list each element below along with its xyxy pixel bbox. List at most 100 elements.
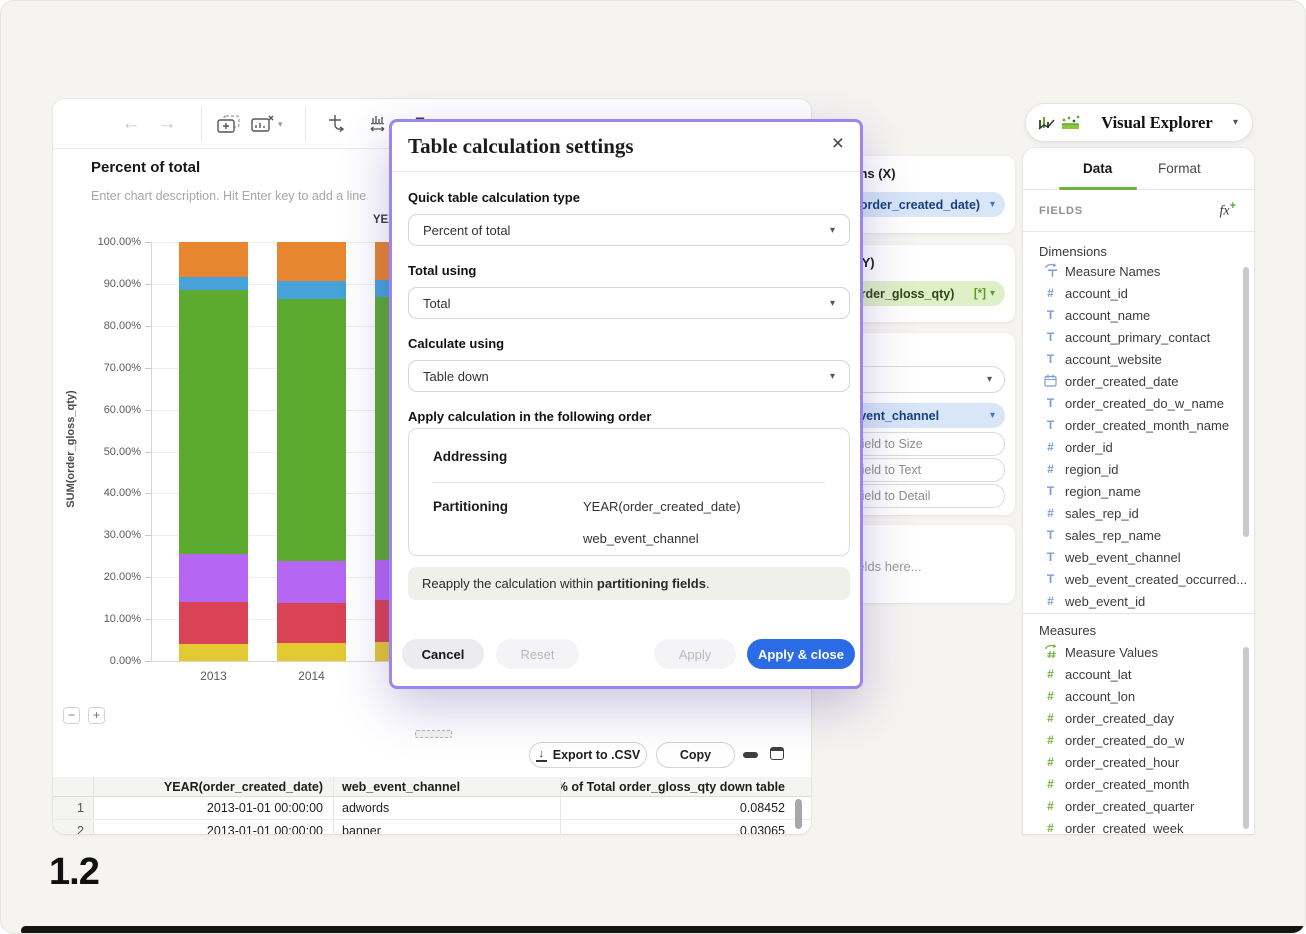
bar-segment-segment-5-blue[interactable]	[179, 277, 248, 290]
field-item-region_id[interactable]: #region_id	[1023, 458, 1254, 480]
quick-type-select[interactable]: Percent of total ▾	[408, 214, 850, 246]
measure-values-icon	[1043, 644, 1058, 660]
quick-type-label: Quick table calculation type	[408, 190, 580, 205]
field-item-order_created_quarter[interactable]: #order_created_quarter	[1023, 795, 1254, 817]
bar-segment-segment-1-yellow[interactable]	[179, 644, 248, 661]
minimize-table-icon[interactable]	[743, 752, 758, 758]
stacked-bar-2013[interactable]	[179, 242, 248, 661]
field-item-web_event_id[interactable]: #web_event_id	[1023, 590, 1254, 612]
measure-names-icon	[1043, 263, 1058, 279]
y-tick-label: 20.00%	[71, 571, 141, 583]
close-icon[interactable]: ×	[832, 132, 844, 156]
bar-segment-segment-4-green[interactable]	[179, 290, 248, 554]
duplicate-chart-icon[interactable]	[217, 109, 241, 139]
copy-button[interactable]: Copy	[656, 742, 735, 768]
field-item-order_created_month[interactable]: #order_created_month	[1023, 773, 1254, 795]
field-item-order_created_hour[interactable]: #order_created_hour	[1023, 751, 1254, 773]
field-item-order_created_week[interactable]: #order_created_week	[1023, 817, 1254, 834]
column-header-year[interactable]: YEAR(order_created_date)	[94, 777, 334, 796]
chart-description-placeholder[interactable]: Enter chart description. Hit Enter key t…	[91, 189, 366, 203]
total-using-select[interactable]: Total ▾	[408, 287, 850, 319]
field-item-order_created_date[interactable]: order_created_date	[1023, 370, 1254, 392]
field-item-order_created_month_name[interactable]: Torder_created_month_name	[1023, 414, 1254, 436]
field-item-order_created_day[interactable]: #order_created_day	[1023, 707, 1254, 729]
swap-axes-icon[interactable]	[327, 109, 349, 139]
apply-button[interactable]: Apply	[654, 639, 736, 669]
column-header-pct[interactable]: % of Total order_gloss_qty down table	[561, 777, 793, 796]
table-row[interactable]: 12013-01-01 00:00:00adwords0.08452	[53, 797, 811, 820]
reset-button[interactable]: Reset	[496, 639, 579, 669]
bar-segment-segment-6-orange[interactable]	[179, 242, 248, 277]
maximize-table-icon[interactable]	[770, 747, 784, 760]
table-row[interactable]: 22013-01-01 00:00:00banner0.03065	[53, 820, 811, 834]
field-item-web_event_created_occurred...[interactable]: Tweb_event_created_occurred...	[1023, 568, 1254, 590]
download-icon: ↓	[536, 749, 547, 762]
table-body: 12013-01-01 00:00:00adwords0.0845222013-…	[53, 797, 811, 834]
bar-segment-segment-3-purple[interactable]	[179, 554, 248, 602]
text-icon: T	[1043, 331, 1058, 343]
bar-segment-segment-1-yellow[interactable]	[277, 643, 346, 661]
field-item-Measure Values[interactable]: Measure Values	[1023, 641, 1254, 663]
back-icon[interactable]: ←	[119, 109, 143, 139]
apply-and-close-button[interactable]: Apply & close	[747, 639, 855, 669]
bar-segment-segment-4-green[interactable]	[277, 299, 346, 561]
fields-header: FIELDS	[1039, 205, 1083, 217]
field-item-account_lon[interactable]: #account_lon	[1023, 685, 1254, 707]
number-icon: #	[1043, 507, 1058, 519]
field-item-account_website[interactable]: Taccount_website	[1023, 348, 1254, 370]
x-tick-label: 2013	[179, 669, 248, 683]
chart-title[interactable]: Percent of total	[91, 159, 200, 176]
field-item-sales_rep_id[interactable]: # sales_rep_id	[1023, 502, 1254, 524]
calculate-using-select[interactable]: Table down ▾	[408, 360, 850, 392]
caret-down-icon: ▾	[278, 119, 283, 130]
field-item-web_event_channel[interactable]: Tweb_event_channel	[1023, 546, 1254, 568]
field-item-account_name[interactable]: Taccount_name	[1023, 304, 1254, 326]
stacked-bar-2014[interactable]	[277, 242, 346, 661]
calculate-using-value: Table down	[423, 369, 489, 384]
field-item-account_primary_contact[interactable]: Taccount_primary_contact	[1023, 326, 1254, 348]
bar-segment-segment-2-red[interactable]	[277, 603, 346, 643]
fx-glyph: fx	[1219, 204, 1229, 219]
cancel-button[interactable]: Cancel	[402, 639, 484, 669]
dimensions-scrollbar[interactable]	[1243, 267, 1249, 537]
table-scrollbar[interactable]	[795, 799, 802, 829]
caret-down-icon: ▾	[990, 410, 995, 421]
field-label: web_event_created_occurred...	[1065, 572, 1247, 587]
zoom-in-button[interactable]: +	[88, 707, 105, 724]
caret-down-icon: ▾	[830, 225, 835, 236]
note-prefix: Reapply the calculation within	[422, 576, 593, 591]
forward-icon[interactable]: →	[155, 109, 179, 139]
toolbar-divider	[305, 107, 306, 141]
field-item-order_created_do_w_name[interactable]: Torder_created_do_w_name	[1023, 392, 1254, 414]
addressing-label: Addressing	[433, 449, 507, 464]
field-item-Measure Names[interactable]: Measure Names	[1023, 260, 1254, 282]
app-window: ← → ▾ ▾ Σ Percent of total Enter chart d…	[0, 0, 1306, 934]
bar-segment-segment-2-red[interactable]	[179, 602, 248, 645]
explorer-switcher[interactable]: Visual Explorer ▾	[1025, 103, 1253, 142]
remove-chart-icon[interactable]: ▾	[251, 109, 283, 139]
bar-segment-segment-3-purple[interactable]	[277, 561, 346, 603]
zoom-out-button[interactable]: −	[63, 707, 80, 724]
field-label: sales_rep_id	[1065, 506, 1139, 521]
bar-segment-segment-5-blue[interactable]	[277, 281, 346, 299]
tab-data[interactable]: Data	[1083, 161, 1112, 176]
tab-format[interactable]: Format	[1158, 161, 1201, 176]
measures-scrollbar[interactable]	[1243, 647, 1249, 829]
note-bold: partitioning fields	[597, 576, 706, 591]
field-item-order_id[interactable]: #order_id	[1023, 436, 1254, 458]
column-header-channel[interactable]: web_event_channel	[334, 777, 561, 796]
field-item-account_lat[interactable]: #account_lat	[1023, 663, 1254, 685]
field-item-order_created_do_w[interactable]: #order_created_do_w	[1023, 729, 1254, 751]
measures-list: Measure Values#account_lat#account_lon#o…	[1023, 641, 1254, 834]
bar-segment-segment-6-orange[interactable]	[277, 242, 346, 281]
panel-resize-handle[interactable]	[415, 730, 452, 738]
row-number-cell: 2	[53, 820, 94, 834]
export-csv-button[interactable]: ↓ Export to .CSV	[529, 742, 647, 768]
field-item-sales_rep_name[interactable]: Tsales_rep_name	[1023, 524, 1254, 546]
y-tick-label: 40.00%	[71, 487, 141, 499]
order-divider	[433, 482, 825, 483]
add-calculation-icon[interactable]: fx+	[1219, 200, 1236, 220]
field-item-region_name[interactable]: Tregion_name	[1023, 480, 1254, 502]
field-item-account_id[interactable]: #account_id	[1023, 282, 1254, 304]
number-icon: #	[1043, 756, 1058, 768]
